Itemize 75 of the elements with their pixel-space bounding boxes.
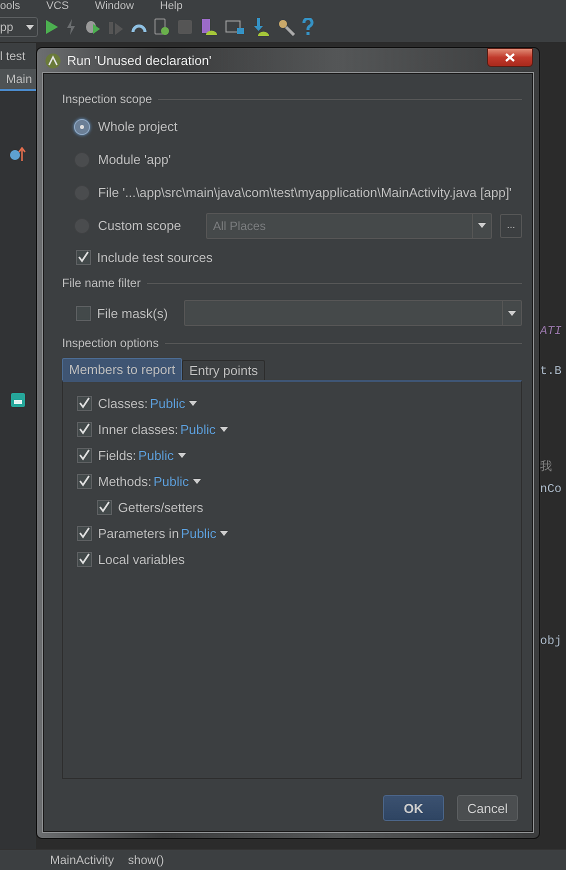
check-icon <box>78 474 91 488</box>
radio-label: File '...\app\src\main\java\com\test\myapplication\MainActivity.java [app]' <box>98 185 512 200</box>
checkbox[interactable] <box>76 250 91 264</box>
visibility-dropdown[interactable]: Public <box>150 396 198 410</box>
check-icon <box>77 250 90 264</box>
menu-item[interactable]: VCS <box>46 0 69 12</box>
caret-icon <box>192 478 201 484</box>
checkbox-label: Parameters in <box>98 526 179 540</box>
checkbox[interactable] <box>77 474 92 488</box>
checkbox-label: Methods: <box>98 474 152 488</box>
android-icon <box>45 52 61 68</box>
run-icon[interactable] <box>45 19 59 35</box>
checkbox[interactable] <box>97 500 112 514</box>
radio-button[interactable] <box>74 118 90 134</box>
caret-icon <box>220 530 228 536</box>
close-button[interactable] <box>487 48 533 66</box>
checkbox-label: Inner classes: <box>98 422 178 436</box>
checkbox[interactable] <box>77 526 92 540</box>
close-icon <box>505 52 515 62</box>
menu-item[interactable]: ools <box>0 0 20 12</box>
visibility-dropdown[interactable]: Public <box>180 422 228 436</box>
checkbox[interactable] <box>76 306 91 320</box>
checkbox[interactable] <box>77 552 92 566</box>
code-text: nCo <box>540 481 563 497</box>
download-icon[interactable] <box>252 18 270 36</box>
check-icon <box>78 422 91 436</box>
dropdown-caret-icon <box>26 24 34 30</box>
code-text: 我 <box>540 459 553 475</box>
radio-label: Custom scope <box>98 218 182 233</box>
run-config-dropdown[interactable]: pp <box>0 17 38 37</box>
checkbox[interactable] <box>77 422 92 436</box>
code-text: t.B <box>540 363 563 379</box>
menu-item[interactable]: Window <box>94 0 134 12</box>
checkbox-label: Classes: <box>98 396 148 410</box>
tab[interactable]: Entry points <box>182 360 265 380</box>
checkbox-label: Getters/setters <box>118 500 204 514</box>
section-heading: Inspection scope <box>62 92 152 106</box>
caret-icon <box>189 400 198 406</box>
check-icon <box>78 526 91 540</box>
checkbox[interactable] <box>77 396 92 410</box>
checkbox-label: Fields: <box>98 448 136 462</box>
help-icon[interactable] <box>302 18 314 36</box>
editor-tab[interactable]: Main <box>0 69 36 91</box>
caret-icon <box>478 223 486 228</box>
caret-icon <box>220 426 228 432</box>
section-heading: Inspection options <box>62 336 159 350</box>
check-icon <box>78 396 91 410</box>
radio-label: Whole project <box>98 119 178 134</box>
visibility-dropdown[interactable]: Public <box>138 448 186 462</box>
check-icon <box>98 500 111 514</box>
code-text: obj <box>540 633 563 649</box>
menu-item[interactable]: Help <box>160 0 183 12</box>
visibility-dropdown[interactable]: Public <box>180 526 228 540</box>
checkbox-label: Local variables <box>98 552 185 566</box>
checkbox[interactable] <box>77 448 92 462</box>
check-icon <box>78 552 91 566</box>
check-icon <box>78 448 91 462</box>
more-button[interactable]: ... <box>500 214 522 238</box>
cancel-button[interactable]: Cancel <box>457 795 518 821</box>
override-icon <box>10 147 26 161</box>
checkbox-label: Include test sources <box>97 250 213 264</box>
checkbox-label: File mask(s) <box>97 306 168 320</box>
project-label: l test <box>0 48 26 65</box>
radio-label: Module 'app' <box>98 152 171 167</box>
caret-icon <box>178 452 186 458</box>
ok-button[interactable]: OK <box>383 795 444 821</box>
caret-icon <box>508 310 516 316</box>
breadcrumb[interactable]: MainActivity <box>50 853 114 867</box>
tab[interactable]: Members to report <box>62 358 182 380</box>
device-bug-icon[interactable] <box>154 18 170 36</box>
layout-icon <box>11 393 25 407</box>
dialog-title: Run 'Unused declaration' <box>67 53 212 68</box>
visibility-dropdown[interactable]: Public <box>153 474 201 488</box>
section-heading: File name filter <box>62 276 141 290</box>
breadcrumb[interactable]: show() <box>128 853 164 867</box>
